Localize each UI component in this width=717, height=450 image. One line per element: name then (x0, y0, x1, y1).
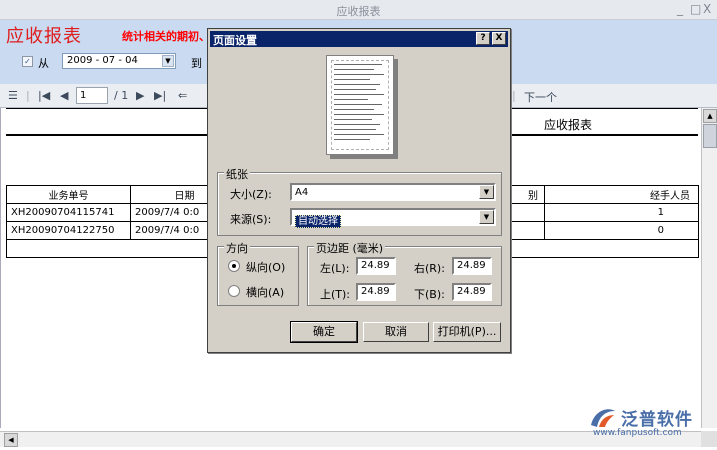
vertical-scrollbar[interactable]: ▲ (701, 108, 717, 428)
left-margin-input[interactable]: 24.89 (356, 257, 396, 275)
maximize-icon[interactable]: □ (690, 2, 701, 16)
landscape-radio[interactable] (228, 285, 240, 297)
paper-size-select[interactable]: A4 ▼ (290, 183, 496, 201)
toc-icon[interactable]: ☰ (8, 89, 18, 102)
first-page-icon[interactable]: |◀ (38, 89, 50, 102)
cell-order-no: XH200907041​15741 (6, 203, 131, 222)
orientation-group-label: 方向 (224, 240, 250, 256)
dialog-titlebar[interactable]: 页面设置 ? X (210, 31, 508, 47)
page-setup-dialog: 页面设置 ? X 纸张 大小(Z): A4 ▼ 来源(S): 自动选择 ▼ 方向… (207, 28, 511, 353)
find-next-button[interactable]: 下一个 (524, 89, 557, 105)
minimize-icon[interactable]: _ (677, 2, 683, 16)
cell-handler: 0 (544, 221, 699, 240)
from-date-picker[interactable]: 2009 - 07 - 04 ▼ (62, 53, 176, 69)
next-page-icon[interactable]: ▶ (136, 89, 144, 102)
margins-group: 页边距 (毫米) 左(L): 24.89 右(R): 24.89 上(T): 2… (307, 240, 502, 306)
prev-page-icon[interactable]: ◀ (60, 89, 68, 102)
page-number-input[interactable]: 1 (76, 87, 108, 104)
brand-name: 泛普软件 (621, 410, 693, 430)
paper-group: 纸张 大小(Z): A4 ▼ 来源(S): 自动选择 ▼ (217, 166, 502, 236)
dialog-close-button[interactable]: X (492, 32, 506, 45)
cancel-button[interactable]: 取消 (363, 322, 429, 342)
paper-size-value: A4 (295, 187, 309, 198)
dialog-title: 页面设置 (213, 34, 257, 47)
cell-handler: 1 (544, 203, 699, 222)
printer-button[interactable]: 打印机(P)... (433, 322, 501, 342)
portrait-label[interactable]: 纵向(O) (246, 259, 285, 275)
app-subtitle: 统计相关的期初、 (122, 30, 210, 43)
source-label: 来源(S): (230, 213, 272, 226)
left-margin-label: 左(L): (320, 262, 350, 275)
right-margin-label: 右(R): (414, 262, 445, 275)
chevron-down-icon[interactable]: ▼ (162, 55, 174, 67)
column-header-handler: 经手人员 (544, 185, 699, 204)
help-button[interactable]: ? (476, 32, 490, 45)
window-title: 应收报表 (336, 5, 381, 18)
paper-group-label: 纸张 (224, 166, 250, 182)
from-checkbox[interactable]: ✓ (22, 56, 33, 67)
orientation-group: 方向 纵向(O) 横向(A) (217, 240, 299, 306)
bottom-margin-label: 下(B): (414, 288, 445, 301)
paper-source-value: 自动选择 (295, 215, 341, 228)
window-titlebar: 应收报表 _ □ X (0, 0, 717, 20)
brand-url[interactable]: www.fanpusoft.com (593, 428, 682, 438)
landscape-label[interactable]: 横向(A) (246, 284, 284, 300)
cell-order-no: XH200907041​22750 (6, 221, 131, 240)
size-label: 大小(Z): (230, 188, 272, 201)
ok-button[interactable]: 确定 (290, 321, 358, 343)
last-page-icon[interactable]: ▶| (154, 89, 166, 102)
from-label: 从 (38, 57, 49, 70)
brand-watermark: 泛普软件 www.fanpusoft.com (585, 403, 713, 443)
app-title: 应收报表 (6, 26, 82, 47)
margins-group-label: 页边距 (毫米) (314, 240, 386, 256)
paper-preview (326, 55, 394, 155)
from-date-value: 2009 - 07 - 04 (67, 55, 138, 66)
back-icon[interactable]: ⇐ (178, 89, 187, 102)
report-title: 应收报表 (544, 118, 593, 132)
close-icon[interactable]: X (703, 2, 711, 16)
page-total: / 1 (114, 89, 129, 102)
paper-source-select[interactable]: 自动选择 ▼ (290, 208, 496, 228)
to-label: 到 (191, 57, 202, 70)
top-margin-label: 上(T): (320, 288, 351, 301)
chevron-down-icon[interactable]: ▼ (479, 185, 494, 199)
portrait-radio[interactable] (228, 260, 240, 272)
scroll-up-icon[interactable]: ▲ (703, 109, 717, 123)
chevron-down-icon[interactable]: ▼ (479, 210, 494, 224)
brand-logo-icon (591, 409, 615, 427)
right-margin-input[interactable]: 24.89 (452, 257, 492, 275)
bottom-margin-input[interactable]: 24.89 (452, 283, 492, 301)
vertical-scroll-thumb[interactable] (703, 124, 717, 148)
scroll-left-icon[interactable]: ◀ (4, 433, 18, 447)
top-margin-input[interactable]: 24.89 (356, 283, 396, 301)
column-header-order-no: 业务单号 (6, 185, 131, 204)
